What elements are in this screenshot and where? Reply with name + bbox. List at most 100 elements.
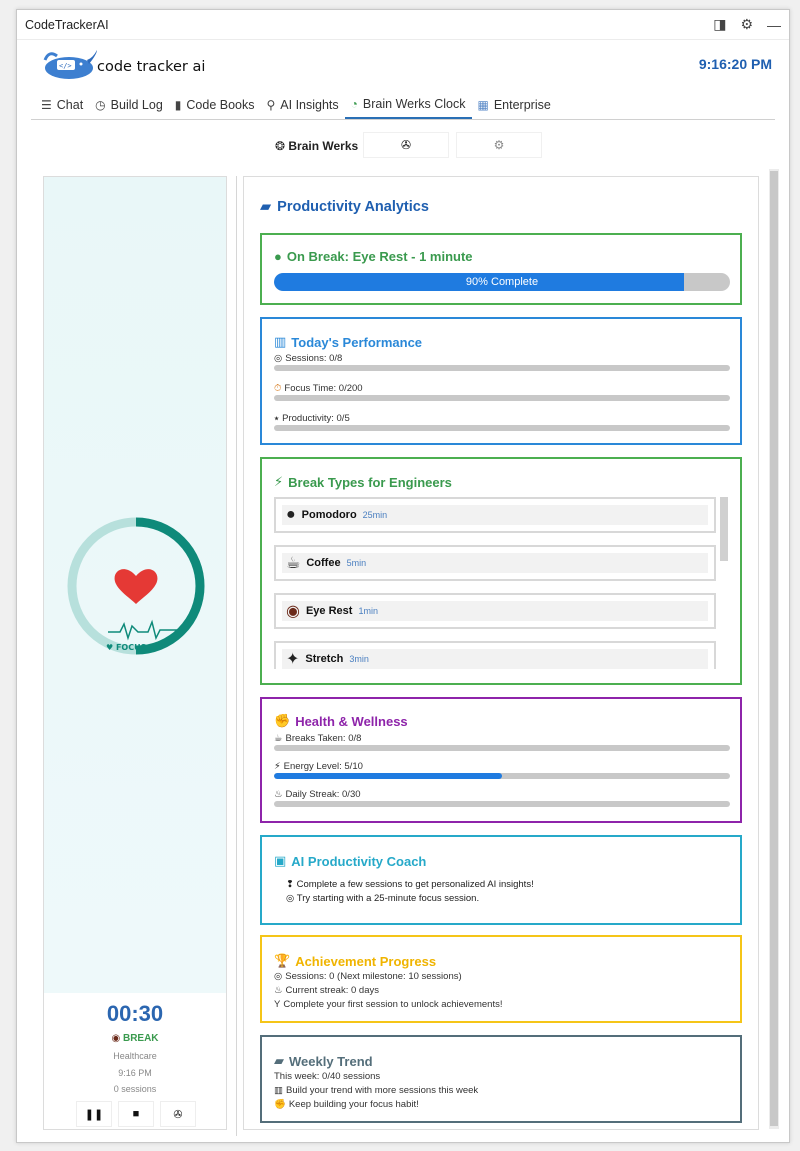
- energy-level-text: Energy Level: 5/10: [283, 761, 363, 772]
- break-progress-bar: 90% Complete: [274, 273, 730, 291]
- sessions-text: Sessions: 0/8: [285, 353, 343, 364]
- break-name: Stretch: [305, 653, 344, 665]
- flame-icon: ♨: [274, 985, 283, 996]
- target-icon: ◎: [274, 971, 283, 982]
- session-state: ◉ BREAK: [44, 1033, 226, 1044]
- minimize-icon[interactable]: —: [767, 17, 781, 33]
- heart-icon: [114, 569, 158, 604]
- focus-panel: ♥ FOCUS 00:30 ◉ BREAK Healthcare 9:16 PM…: [43, 176, 227, 1130]
- target-icon: ◎: [286, 893, 297, 904]
- focus-ring-label: ♥ FOCUS: [106, 643, 147, 652]
- theme-button[interactable]: ✇: [363, 132, 449, 158]
- tab-label: Build Log: [110, 97, 163, 112]
- tab-enterprise[interactable]: ▦ Enterprise: [472, 90, 557, 119]
- break-status-title: ● On Break: Eye Rest - 1 minute: [274, 249, 473, 264]
- weekly-trend-card: ▰ Weekly Trend This week: 0/40 sessions …: [260, 1035, 742, 1123]
- break-types-card: ⚡ Break Types for Engineers ● Pomodoro 25m…: [260, 457, 742, 685]
- break-name: Pomodoro: [301, 509, 357, 521]
- tab-label: Brain Werks Clock: [362, 96, 466, 111]
- break-list-scrollbar[interactable]: [720, 497, 728, 561]
- tab-build-log[interactable]: ◷ Build Log: [89, 90, 169, 119]
- achievement-line-1: ◎ Sessions: 0 (Next milestone: 10 session…: [274, 971, 462, 982]
- tab-chat[interactable]: ☰ Chat: [35, 90, 89, 119]
- productivity-text: Productivity: 0/5: [282, 413, 350, 424]
- break-name: Coffee: [306, 557, 341, 569]
- tab-code-books[interactable]: ▮ Code Books: [169, 90, 261, 119]
- achievement-card: 🏆 Achievement Progress ◎ Sessions: 0 (Nex…: [260, 935, 742, 1023]
- app-header: </> code tracker ai 9:16:20 PM: [17, 40, 789, 90]
- breaks-taken-bar: [274, 745, 730, 751]
- achievement-line-2: ♨ Current streak: 0 days: [274, 985, 379, 996]
- brain-werks-label: ❂ Brain Werks: [275, 139, 358, 153]
- stopwatch-icon: ⏱: [274, 383, 282, 394]
- breaks-taken-label: ☕ Breaks Taken: 0/8: [274, 733, 361, 744]
- tab-ai-insights[interactable]: ⚲ AI Insights: [261, 90, 345, 119]
- sub-toolbar: ❂ Brain Werks ✇ ⚙: [17, 132, 789, 160]
- break-duration: 5min: [346, 558, 367, 568]
- weekly-trend-title: ▰ Weekly Trend: [274, 1053, 373, 1069]
- settings-button[interactable]: ⚙: [456, 132, 542, 158]
- whale-logo-icon: </>: [43, 50, 97, 79]
- daily-streak-label: ♨ Daily Streak: 0/30: [274, 789, 361, 800]
- coach-line-text: Try starting with a 25-minute focus sess…: [296, 893, 480, 904]
- coach-line-2: ◎ Try starting with a 25-minute focus se…: [286, 893, 479, 904]
- scrollbar-thumb[interactable]: [770, 171, 778, 1126]
- break-progress-text: 90% Complete: [465, 276, 539, 288]
- break-item-eye-rest[interactable]: ◉ Eye Rest 1min: [274, 593, 716, 629]
- break-item-stretch[interactable]: ✦ Stretch 3min: [274, 641, 716, 669]
- magnifier-icon: ⚲: [266, 97, 276, 112]
- bar-chart-icon: ▥: [274, 334, 287, 349]
- focus-time-label: ⏱ Focus Time: 0/200: [274, 383, 363, 394]
- break-types-title-text: Break Types for Engineers: [288, 474, 452, 490]
- performance-title: ▥ Today's Performance: [274, 334, 422, 350]
- break-types-title: ⚡ Break Types for Engineers: [274, 474, 452, 490]
- muscle-icon: ✊: [274, 1099, 286, 1110]
- session-timer: 00:30: [106, 1001, 164, 1026]
- break-item-pomodoro[interactable]: ● Pomodoro 25min: [274, 497, 716, 533]
- tomato-icon: ●: [286, 506, 296, 523]
- daily-streak-bar: [274, 801, 730, 807]
- lightbulb-icon: ❢: [286, 879, 297, 890]
- performance-title-text: Today's Performance: [291, 334, 423, 350]
- tab-label: Code Books: [186, 97, 255, 112]
- coffee-icon: ☕: [274, 733, 283, 744]
- robot-icon: ▣: [274, 853, 287, 868]
- tab-brain-werks-clock[interactable]: ◔ Brain Werks Clock: [344, 90, 472, 119]
- focus-ring: ♥ FOCUS: [67, 517, 205, 655]
- gear-icon[interactable]: ⚙: [740, 16, 753, 33]
- bar-chart-icon: ▥: [274, 1085, 283, 1096]
- header-clock: 9:16:20 PM: [698, 56, 772, 72]
- brain-icon: ❂: [275, 139, 289, 153]
- palette-icon: ✇: [173, 1108, 183, 1121]
- health-title: ✊ Health & Wellness: [274, 713, 408, 729]
- main-tabs: ☰ Chat ◷ Build Log ▮ Code Books ⚲ AI Insight…: [31, 90, 775, 120]
- trophy-icon: 🏆: [274, 953, 291, 968]
- theme-toggle-button[interactable]: ✇: [160, 1101, 196, 1127]
- achievement-line-text: Sessions: 0 (Next milestone: 10 sessions…: [285, 971, 462, 982]
- stop-button[interactable]: ■: [118, 1101, 154, 1127]
- trend-line-2: ▥ Build your trend with more sessions thi…: [274, 1085, 478, 1096]
- eye-icon: ◉: [286, 603, 300, 620]
- analytics-title: ▰ Productivity Analytics: [260, 199, 429, 215]
- panel-divider: [236, 176, 237, 1136]
- session-count: 0 sessions: [113, 1084, 157, 1094]
- popout-icon[interactable]: ◨: [713, 16, 726, 33]
- brain-werks-text: Brain Werks: [288, 139, 359, 153]
- chart-icon: ▰: [260, 199, 272, 215]
- break-status-card: ● On Break: Eye Rest - 1 minute 90% Comp…: [260, 233, 742, 305]
- achievement-line-text: Current streak: 0 days: [285, 985, 379, 996]
- breaks-taken-text: Breaks Taken: 0/8: [285, 733, 362, 744]
- title-bar: CodeTrackerAI ◨ ⚙ —: [17, 10, 789, 40]
- energy-level-bar: [274, 773, 730, 779]
- timer-play-icon: ◔: [350, 96, 358, 111]
- lightning-icon: ⚡: [274, 474, 284, 489]
- break-item-coffee[interactable]: ☕ Coffee 5min: [274, 545, 716, 581]
- analytics-scrollbar[interactable]: [769, 169, 779, 1129]
- logo-text: code tracker ai: [97, 59, 206, 75]
- app-window: CodeTrackerAI ◨ ⚙ — </> code tracker ai …: [16, 9, 790, 1143]
- palette-icon: ✇: [400, 138, 412, 152]
- achievement-title: 🏆 Achievement Progress: [274, 953, 436, 969]
- pause-button[interactable]: ❚❚: [76, 1101, 112, 1127]
- achievement-line-text: Complete your first session to unlock ac…: [283, 999, 503, 1010]
- productivity-label: ⭑ Productivity: 0/5: [274, 413, 350, 424]
